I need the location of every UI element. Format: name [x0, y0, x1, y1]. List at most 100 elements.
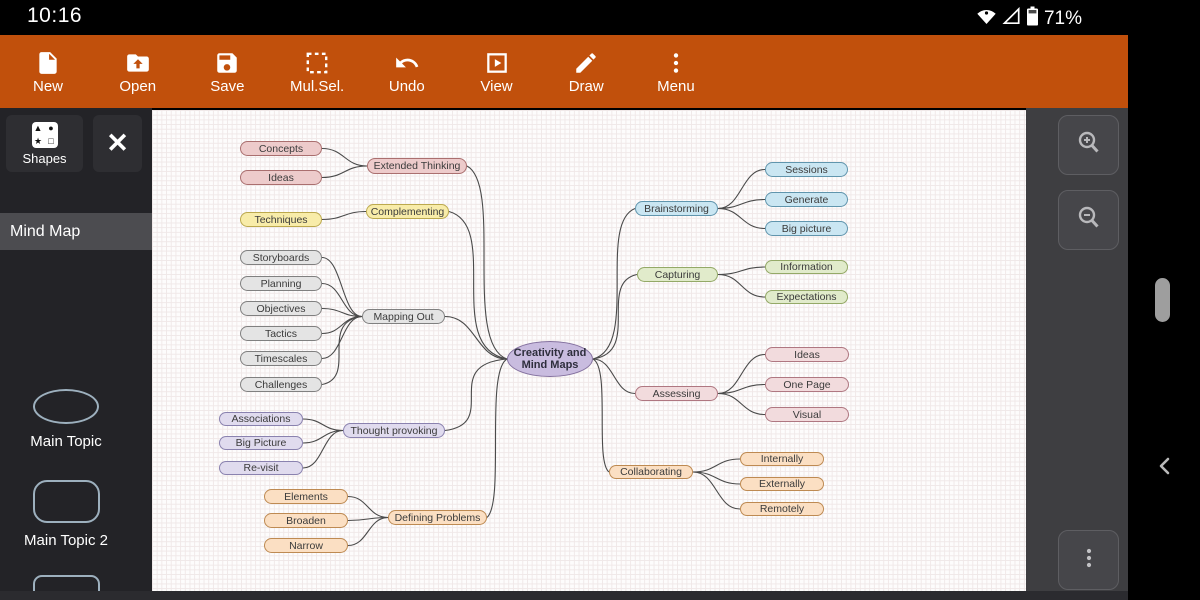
draw-pencil-icon: [573, 50, 599, 76]
close-sidebar-button[interactable]: ✕: [93, 115, 142, 172]
zoom-out-button[interactable]: [1058, 190, 1119, 250]
shape-template-main-topic-2[interactable]: Main Topic 2: [0, 480, 132, 549]
mindmap-node-broaden[interactable]: Broaden: [264, 513, 348, 528]
mindmap-edge: [718, 200, 765, 209]
mindmap-edge: [718, 170, 765, 209]
mindmap-node-externally[interactable]: Externally: [740, 477, 824, 491]
mindmap-node-brainstorming[interactable]: Brainstorming: [635, 201, 718, 216]
toolbar-button-new[interactable]: New: [8, 35, 88, 108]
mindmap-node-onepage[interactable]: One Page: [765, 377, 849, 392]
mindmap-edge: [718, 385, 765, 394]
mindmap-edge: [322, 309, 362, 317]
clock: 10:16: [27, 4, 82, 28]
mindmap-node-generate[interactable]: Generate: [765, 192, 848, 207]
mindmap-edge: [303, 431, 343, 469]
shape-section-title: Mind Map: [0, 213, 152, 250]
mindmap-node-internally[interactable]: Internally: [740, 452, 824, 466]
toolbar-button-view[interactable]: View: [457, 35, 537, 108]
back-chevron-icon[interactable]: [1155, 452, 1175, 480]
mindmap-edge: [487, 359, 507, 518]
mindmap-edge: [322, 317, 362, 385]
mindmap-edge: [303, 431, 343, 444]
mindmap-node-concepts[interactable]: Concepts: [240, 141, 322, 156]
toolbar-button-open[interactable]: Open: [98, 35, 178, 108]
new-document-icon: [35, 50, 61, 76]
mindmap-node-expectations[interactable]: Expectations: [765, 290, 848, 304]
mindmap-node-tactics[interactable]: Tactics: [240, 326, 322, 341]
mindmap-edge: [593, 275, 637, 360]
mindmap-edge: [593, 359, 635, 394]
mindmap-node-thought[interactable]: Thought provoking: [343, 423, 445, 438]
mindmap-node-associations[interactable]: Associations: [219, 412, 303, 426]
mindmap-node-bigpicture_r[interactable]: Big picture: [765, 221, 848, 236]
status-icons: 71%: [976, 6, 1082, 31]
toolbar-button-menu[interactable]: Menu: [636, 35, 716, 108]
toolbar-button-label: New: [33, 79, 63, 94]
close-icon: ✕: [106, 130, 129, 157]
toolbar-button-label: Mul.Sel.: [290, 79, 344, 94]
shape-template-label: Main Topic: [30, 433, 101, 450]
mindmap-node-center[interactable]: Creativity andMind Maps: [507, 341, 593, 377]
mindmap-edge: [348, 518, 388, 546]
mindmap-node-complementing[interactable]: Complementing: [366, 204, 449, 219]
mindmap-node-sessions[interactable]: Sessions: [765, 162, 848, 177]
mindmap-node-techniques[interactable]: Techniques: [240, 212, 322, 227]
zoom-in-button[interactable]: [1058, 115, 1119, 175]
mindmap-node-narrow[interactable]: Narrow: [264, 538, 348, 553]
mindmap-edge: [718, 209, 765, 229]
mindmap-edge: [593, 209, 635, 360]
mindmap-edge: [348, 518, 388, 521]
toolbar-button-label: Draw: [569, 79, 604, 94]
mindmap-edge: [445, 359, 507, 431]
battery-percent: 71%: [1044, 8, 1082, 30]
mindmap-node-mapping[interactable]: Mapping Out: [362, 309, 445, 324]
mindmap-edge: [718, 355, 765, 394]
zoom-out-icon: [1075, 204, 1103, 237]
mindmap-edge: [322, 284, 362, 317]
mindmap-node-capturing[interactable]: Capturing: [637, 267, 718, 282]
save-floppy-icon: [214, 50, 240, 76]
mindmap-node-planning[interactable]: Planning: [240, 276, 322, 291]
toolbar-button-mulsel[interactable]: Mul.Sel.: [277, 35, 357, 108]
mindmap-node-ideas_r[interactable]: Ideas: [765, 347, 849, 362]
mindmap-node-remotely[interactable]: Remotely: [740, 502, 824, 516]
mindmap-edge: [718, 267, 765, 275]
shape-template-label: Main Topic 2: [24, 532, 108, 549]
bottom-edge: [0, 591, 1128, 600]
zoom-in-icon: [1075, 129, 1103, 162]
shapes-button[interactable]: ▲●★□ Shapes: [6, 115, 83, 172]
toolbar-button-undo[interactable]: Undo: [367, 35, 447, 108]
mindmap-node-visual[interactable]: Visual: [765, 407, 849, 422]
mindmap-node-ideas_l[interactable]: Ideas: [240, 170, 322, 185]
mindmap-node-collaborating[interactable]: Collaborating: [609, 465, 693, 479]
toolbar-button-label: Menu: [657, 79, 695, 94]
mindmap-node-bigpicture_l[interactable]: Big Picture: [219, 436, 303, 450]
mindmap-edge: [322, 166, 367, 178]
undo-arrow-icon: [394, 50, 420, 76]
scrollbar-pill[interactable]: [1155, 278, 1170, 322]
mindmap-node-information[interactable]: Information: [765, 260, 848, 274]
mindmap-node-elements[interactable]: Elements: [264, 489, 348, 504]
mindmap-edge: [322, 317, 362, 359]
ellipse-shape-icon: [33, 389, 99, 424]
toolbar-button-save[interactable]: Save: [187, 35, 267, 108]
shape-template-main-topic[interactable]: Main Topic: [0, 389, 132, 450]
mindmap-node-revisit[interactable]: Re-visit: [219, 461, 303, 475]
mindmap-node-timescales[interactable]: Timescales: [240, 351, 322, 366]
mindmap-canvas[interactable]: Creativity andMind Maps Concepts Ideas Exte…: [152, 110, 1026, 591]
mindmap-edge: [693, 459, 740, 472]
mindmap-node-storyboards[interactable]: Storyboards: [240, 250, 322, 265]
toolbar-button-draw[interactable]: Draw: [546, 35, 626, 108]
mindmap-node-label-line: Mind Maps: [522, 359, 579, 372]
mindmap-edge: [593, 359, 609, 472]
mindmap-node-challenges[interactable]: Challenges: [240, 377, 322, 392]
mindmap-node-assessing[interactable]: Assessing: [635, 386, 718, 401]
mindmap-node-extended[interactable]: Extended Thinking: [367, 158, 467, 174]
mindmap-edge: [322, 258, 362, 317]
battery-icon: [1026, 6, 1039, 31]
mindmap-node-objectives[interactable]: Objectives: [240, 301, 322, 316]
more-options-button[interactable]: [1058, 530, 1119, 590]
mindmap-node-defining[interactable]: Defining Problems: [388, 510, 487, 525]
toolbar-items: New OpenSave Mul.Sel. UndoView Draw Menu: [8, 35, 716, 108]
mindmap-edge: [322, 212, 366, 220]
